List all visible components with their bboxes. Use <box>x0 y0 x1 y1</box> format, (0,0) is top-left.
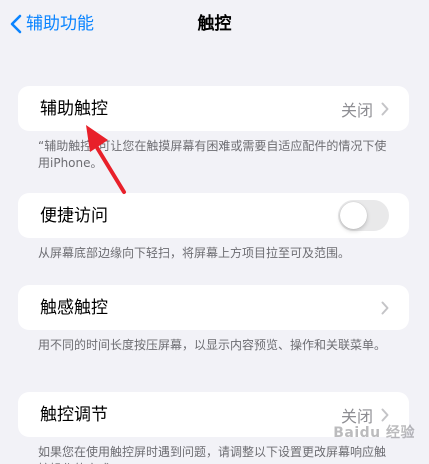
row-reachability: 便捷访问 <box>18 193 409 238</box>
chevron-right-icon <box>381 408 389 422</box>
toggle-knob <box>340 202 367 229</box>
row-label: 辅助触控 <box>40 98 108 119</box>
navigation-bar: 辅助功能 触控 <box>0 0 429 52</box>
footnote-reachability: 从屏幕底部边缘向下轻扫，将屏幕上方项目拉至可及范围。 <box>38 246 351 260</box>
footnote-assistive-touch: “辅助触控”可让您在触摸屏幕有困难或需要自适应配件的情况下使用iPhone。 <box>38 139 387 170</box>
watermark-logo: Baidu 经验 <box>333 425 415 441</box>
page-title: 触控 <box>197 14 232 34</box>
chevron-right-icon <box>381 102 389 116</box>
row-assistive-touch[interactable]: 辅助触控 关闭 <box>18 86 409 131</box>
footnote-touch-accommodations: 如果您在使用触控屏时遇到问题，请调整以下设置更改屏幕响应触控操作的方式。 <box>38 445 387 464</box>
row-label: 触控调节 <box>40 404 108 425</box>
reachability-toggle[interactable] <box>338 200 389 231</box>
row-haptic-touch[interactable]: 触感触控 <box>18 285 409 330</box>
row-accessory: 关闭 <box>341 97 389 121</box>
chevron-right-icon <box>381 301 389 315</box>
footnote-haptic-touch: 用不同的时间长度按压屏幕，以显示内容预览、操作和关联菜单。 <box>38 338 387 352</box>
row-value: 关闭 <box>340 100 373 120</box>
row-accessory <box>381 301 389 315</box>
row-label: 便捷访问 <box>40 205 108 226</box>
row-label: 触感触控 <box>40 297 108 318</box>
